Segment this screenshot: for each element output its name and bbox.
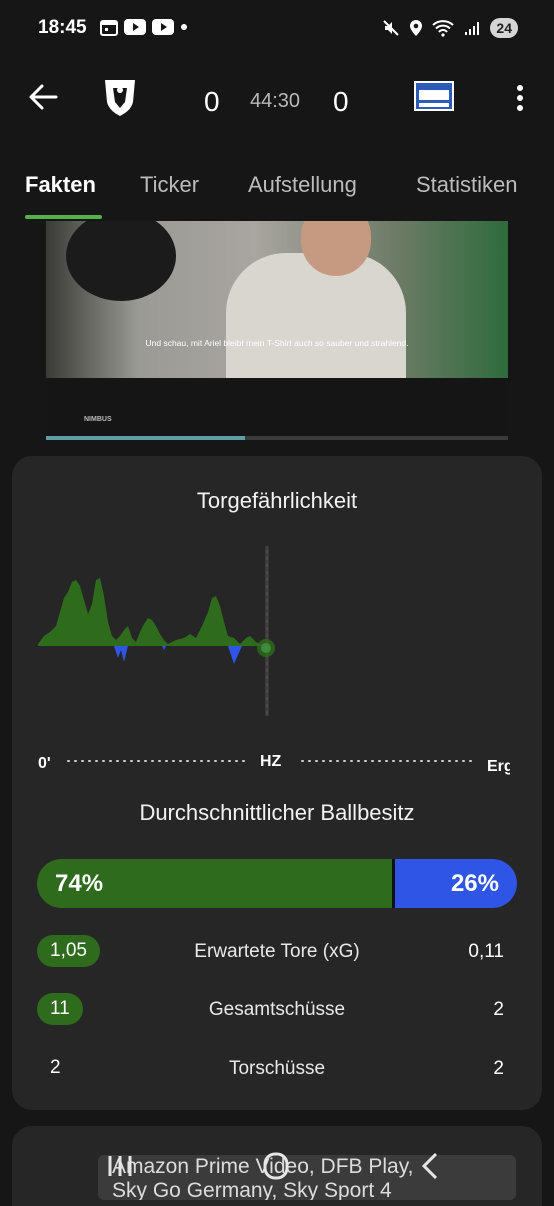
tab-statistiken[interactable]: Statistiken: [416, 172, 518, 198]
possession-title: Durchschnittlicher Ballbesitz: [139, 800, 415, 825]
back-nav-icon[interactable]: [421, 1152, 438, 1180]
home-icon[interactable]: [263, 1152, 289, 1180]
video-progress-fill: [46, 436, 245, 440]
recents-icon[interactable]: [108, 1156, 132, 1176]
stat-row-xg: 1,05 Erwartete Tore (xG) 0,11: [12, 931, 542, 971]
stat-row-shots: 11 Gesamtschüsse 2: [12, 989, 542, 1029]
video-brand: NIMBUS: [84, 416, 112, 423]
video-frame-shirt: [226, 253, 406, 378]
stat-away-value: 0,11: [468, 941, 504, 962]
possession-away: 26%: [395, 859, 517, 908]
video-bottom-area: [46, 378, 508, 434]
timeline-start-label: 0': [38, 755, 51, 772]
stat-away-value: 2: [493, 999, 504, 1020]
current-minute-dot: [261, 643, 271, 653]
tab-indicator: [25, 215, 102, 219]
stat-label: Torschüsse: [228, 1058, 326, 1079]
match-header: 0 44:30 0: [0, 0, 554, 160]
away-team-crest[interactable]: [413, 78, 455, 114]
danger-chart: 0' HZ Erg: [38, 546, 510, 775]
timeline-half-label: HZ: [260, 753, 282, 770]
video-player[interactable]: Und schau, mit Ariel bleibt mein T-Shirt…: [46, 221, 508, 378]
video-progress-bar[interactable]: [46, 436, 508, 440]
home-score: 0: [204, 86, 220, 117]
video-frame-dark-shape: [66, 221, 176, 301]
system-nav-bar: [108, 1152, 438, 1180]
stat-away-value: 2: [493, 1058, 504, 1079]
back-arrow-icon[interactable]: [26, 80, 60, 114]
tab-aufstellung[interactable]: Aufstellung: [248, 172, 357, 198]
away-score: 0: [333, 86, 349, 117]
tab-fakten[interactable]: Fakten: [25, 172, 96, 198]
home-team-crest[interactable]: [101, 78, 139, 118]
stat-label: Gesamtschüsse: [208, 999, 346, 1020]
danger-title: Torgefährlichkeit: [196, 488, 358, 513]
home-danger-area: [38, 578, 264, 646]
tab-ticker[interactable]: Ticker: [140, 172, 199, 198]
video-subtitle: Und schau, mit Ariel bleibt mein T-Shirt…: [145, 338, 409, 348]
more-options-icon[interactable]: [515, 84, 525, 112]
possession-bar: 74% 26%: [37, 859, 517, 908]
tab-bar: Fakten Ticker Aufstellung Statistiken: [0, 168, 554, 220]
away-danger-area: [114, 646, 242, 664]
stat-row-shots-on-target: 2 Torschüsse 2: [12, 1048, 542, 1088]
timeline-end-label: Erg: [487, 758, 510, 775]
match-clock: 44:30: [250, 90, 301, 112]
possession-home: 74%: [37, 859, 393, 908]
stat-label: Erwartete Tore (xG): [194, 941, 360, 962]
